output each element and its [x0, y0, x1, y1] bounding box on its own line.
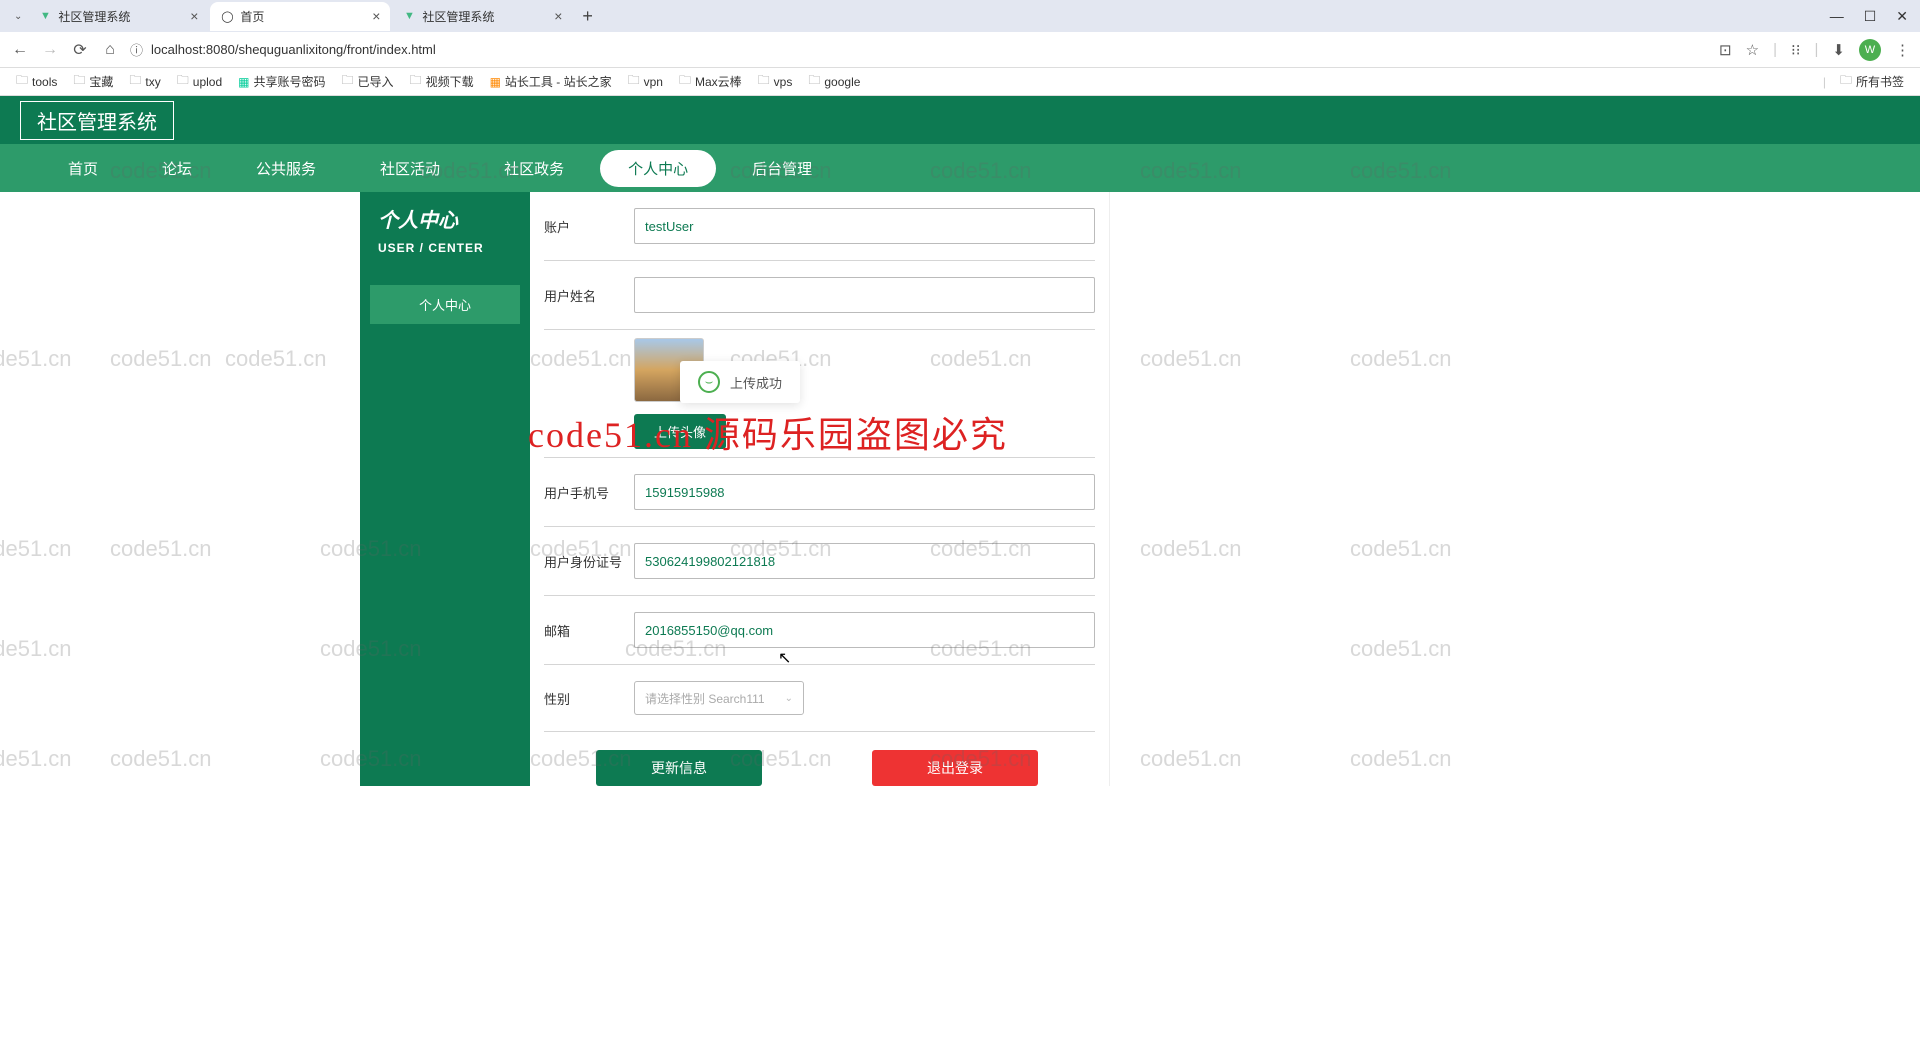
gender-placeholder: 请选择性别 Search111 [645, 690, 765, 707]
account-input[interactable] [634, 208, 1095, 244]
maximize-icon[interactable]: ☐ [1864, 8, 1877, 25]
bookmark-item[interactable]: 🗀tools [10, 69, 63, 94]
profile-avatar[interactable]: W [1859, 39, 1881, 61]
all-bookmarks[interactable]: 🗀所有书签 [1834, 69, 1910, 94]
page-icon: ▦ [490, 75, 501, 89]
browser-tab[interactable]: ▼ 社区管理系统 × [392, 2, 572, 31]
folder-icon: 🗀 [16, 71, 28, 92]
menu-icon[interactable]: ⋮ [1895, 41, 1910, 59]
bookmark-item[interactable]: ▦共享账号密码 [232, 71, 331, 92]
bookmark-item[interactable]: 🗀Max云棒 [673, 69, 748, 94]
chevron-down-icon: ⌄ [785, 693, 793, 704]
url-text: localhost:8080/shequguanlixitong/front/i… [151, 42, 436, 57]
browser-tab-strip: ⌄ ▼ 社区管理系统 × ◯ 首页 × ▼ 社区管理系统 × + — ☐ ✕ [0, 0, 1920, 32]
username-label: 用户姓名 [544, 286, 634, 305]
minimize-icon[interactable]: — [1830, 8, 1844, 25]
extensions-icon[interactable]: ⁝⁝ [1791, 41, 1801, 59]
tab-title: 社区管理系统 [58, 8, 130, 25]
folder-icon: 🗀 [758, 71, 770, 92]
app-header: 社区管理系统 [0, 96, 1920, 144]
success-toast: ⌣ 上传成功 [680, 361, 800, 403]
folder-icon: 🗀 [73, 71, 85, 92]
folder-icon: 🗀 [410, 71, 422, 92]
back-button[interactable]: ← [10, 41, 30, 59]
tab-title: 社区管理系统 [422, 8, 494, 25]
reload-button[interactable]: ⟳ [70, 40, 90, 60]
bookmark-star-icon[interactable]: ☆ [1746, 41, 1759, 59]
close-icon[interactable]: × [190, 8, 198, 24]
nav-home[interactable]: 首页 [40, 150, 126, 187]
tab-menu-icon[interactable]: ⌄ [8, 11, 28, 22]
browser-tab-active[interactable]: ◯ 首页 × [210, 2, 390, 31]
app-title: 社区管理系统 [37, 106, 157, 135]
profile-form: 账户 用户姓名 上传头像 用户手机号 用户身份证号 邮箱 [530, 192, 1110, 786]
vue-icon: ▼ [402, 9, 416, 23]
page-icon: ▦ [238, 75, 249, 89]
phone-label: 用户手机号 [544, 483, 634, 502]
nav-user-center[interactable]: 个人中心 [600, 150, 716, 187]
site-info-icon[interactable]: ⓘ [130, 40, 143, 59]
folder-icon: 🗀 [177, 71, 189, 92]
browser-tab[interactable]: ▼ 社区管理系统 × [28, 2, 208, 31]
nav-gov[interactable]: 社区政务 [476, 150, 592, 187]
bookmark-item[interactable]: 🗀vpn [622, 69, 669, 94]
close-icon[interactable]: × [372, 8, 380, 24]
email-label: 邮箱 [544, 621, 634, 640]
gender-select[interactable]: 请选择性别 Search111 ⌄ [634, 681, 804, 715]
nav-admin[interactable]: 后台管理 [724, 150, 840, 187]
idcard-input[interactable] [634, 543, 1095, 579]
username-input[interactable] [634, 277, 1095, 313]
install-icon[interactable]: ⊡ [1719, 41, 1732, 59]
new-tab-button[interactable]: + [574, 6, 601, 27]
close-window-icon[interactable]: ✕ [1896, 8, 1908, 25]
downloads-icon[interactable]: ⬇ [1832, 41, 1845, 59]
forward-button[interactable]: → [40, 41, 60, 59]
home-button[interactable]: ⌂ [100, 41, 120, 59]
folder-icon: 🗀 [129, 71, 141, 92]
folder-icon: 🗀 [808, 71, 820, 92]
idcard-label: 用户身份证号 [544, 552, 634, 571]
gender-label: 性别 [544, 689, 634, 708]
vue-icon: ▼ [38, 9, 52, 23]
success-icon: ⌣ [698, 371, 720, 393]
sidebar-subtitle: USER / CENTER [370, 241, 520, 255]
bookmark-item[interactable]: 🗀视频下载 [404, 69, 480, 94]
logout-button[interactable]: 退出登录 [872, 750, 1038, 786]
folder-icon: 🗀 [1840, 71, 1852, 92]
bookmark-item[interactable]: 🗀vps [752, 69, 799, 94]
app-content: 社区管理系统 首页 论坛 公共服务 社区活动 社区政务 个人中心 后台管理 个人… [0, 96, 1920, 786]
close-icon[interactable]: × [554, 8, 562, 24]
app-nav: 首页 论坛 公共服务 社区活动 社区政务 个人中心 后台管理 [0, 144, 1920, 192]
bookmark-item[interactable]: 🗀宝藏 [67, 69, 119, 94]
phone-input[interactable] [634, 474, 1095, 510]
tab-title: 首页 [240, 8, 264, 25]
sidebar: 个人中心 USER / CENTER 个人中心 [360, 192, 530, 786]
folder-icon: 🗀 [628, 71, 640, 92]
account-label: 账户 [544, 217, 634, 236]
bookmark-item[interactable]: 🗀google [802, 69, 866, 94]
update-button[interactable]: 更新信息 [596, 750, 762, 786]
url-input[interactable]: ⓘ localhost:8080/shequguanlixitong/front… [130, 40, 1709, 59]
address-bar: ← → ⟳ ⌂ ⓘ localhost:8080/shequguanlixito… [0, 32, 1920, 68]
sidebar-item-user-center[interactable]: 个人中心 [370, 285, 520, 324]
nav-public-service[interactable]: 公共服务 [228, 150, 344, 187]
bookmark-item[interactable]: 🗀已导入 [336, 69, 400, 94]
toast-text: 上传成功 [730, 373, 782, 392]
bookmark-item[interactable]: 🗀uplod [171, 69, 228, 94]
nav-forum[interactable]: 论坛 [134, 150, 220, 187]
upload-avatar-button[interactable]: 上传头像 [634, 414, 726, 449]
bookmark-item[interactable]: ▦站长工具 - 站长之家 [484, 71, 618, 92]
bookmark-bar: 🗀tools 🗀宝藏 🗀txy 🗀uplod ▦共享账号密码 🗀已导入 🗀视频下… [0, 68, 1920, 96]
bookmark-item[interactable]: 🗀txy [123, 69, 166, 94]
folder-icon: 🗀 [679, 71, 691, 92]
folder-icon: 🗀 [342, 71, 354, 92]
sidebar-title: 个人中心 [370, 204, 520, 233]
nav-activity[interactable]: 社区活动 [352, 150, 468, 187]
email-input[interactable] [634, 612, 1095, 648]
globe-icon: ◯ [220, 9, 234, 23]
